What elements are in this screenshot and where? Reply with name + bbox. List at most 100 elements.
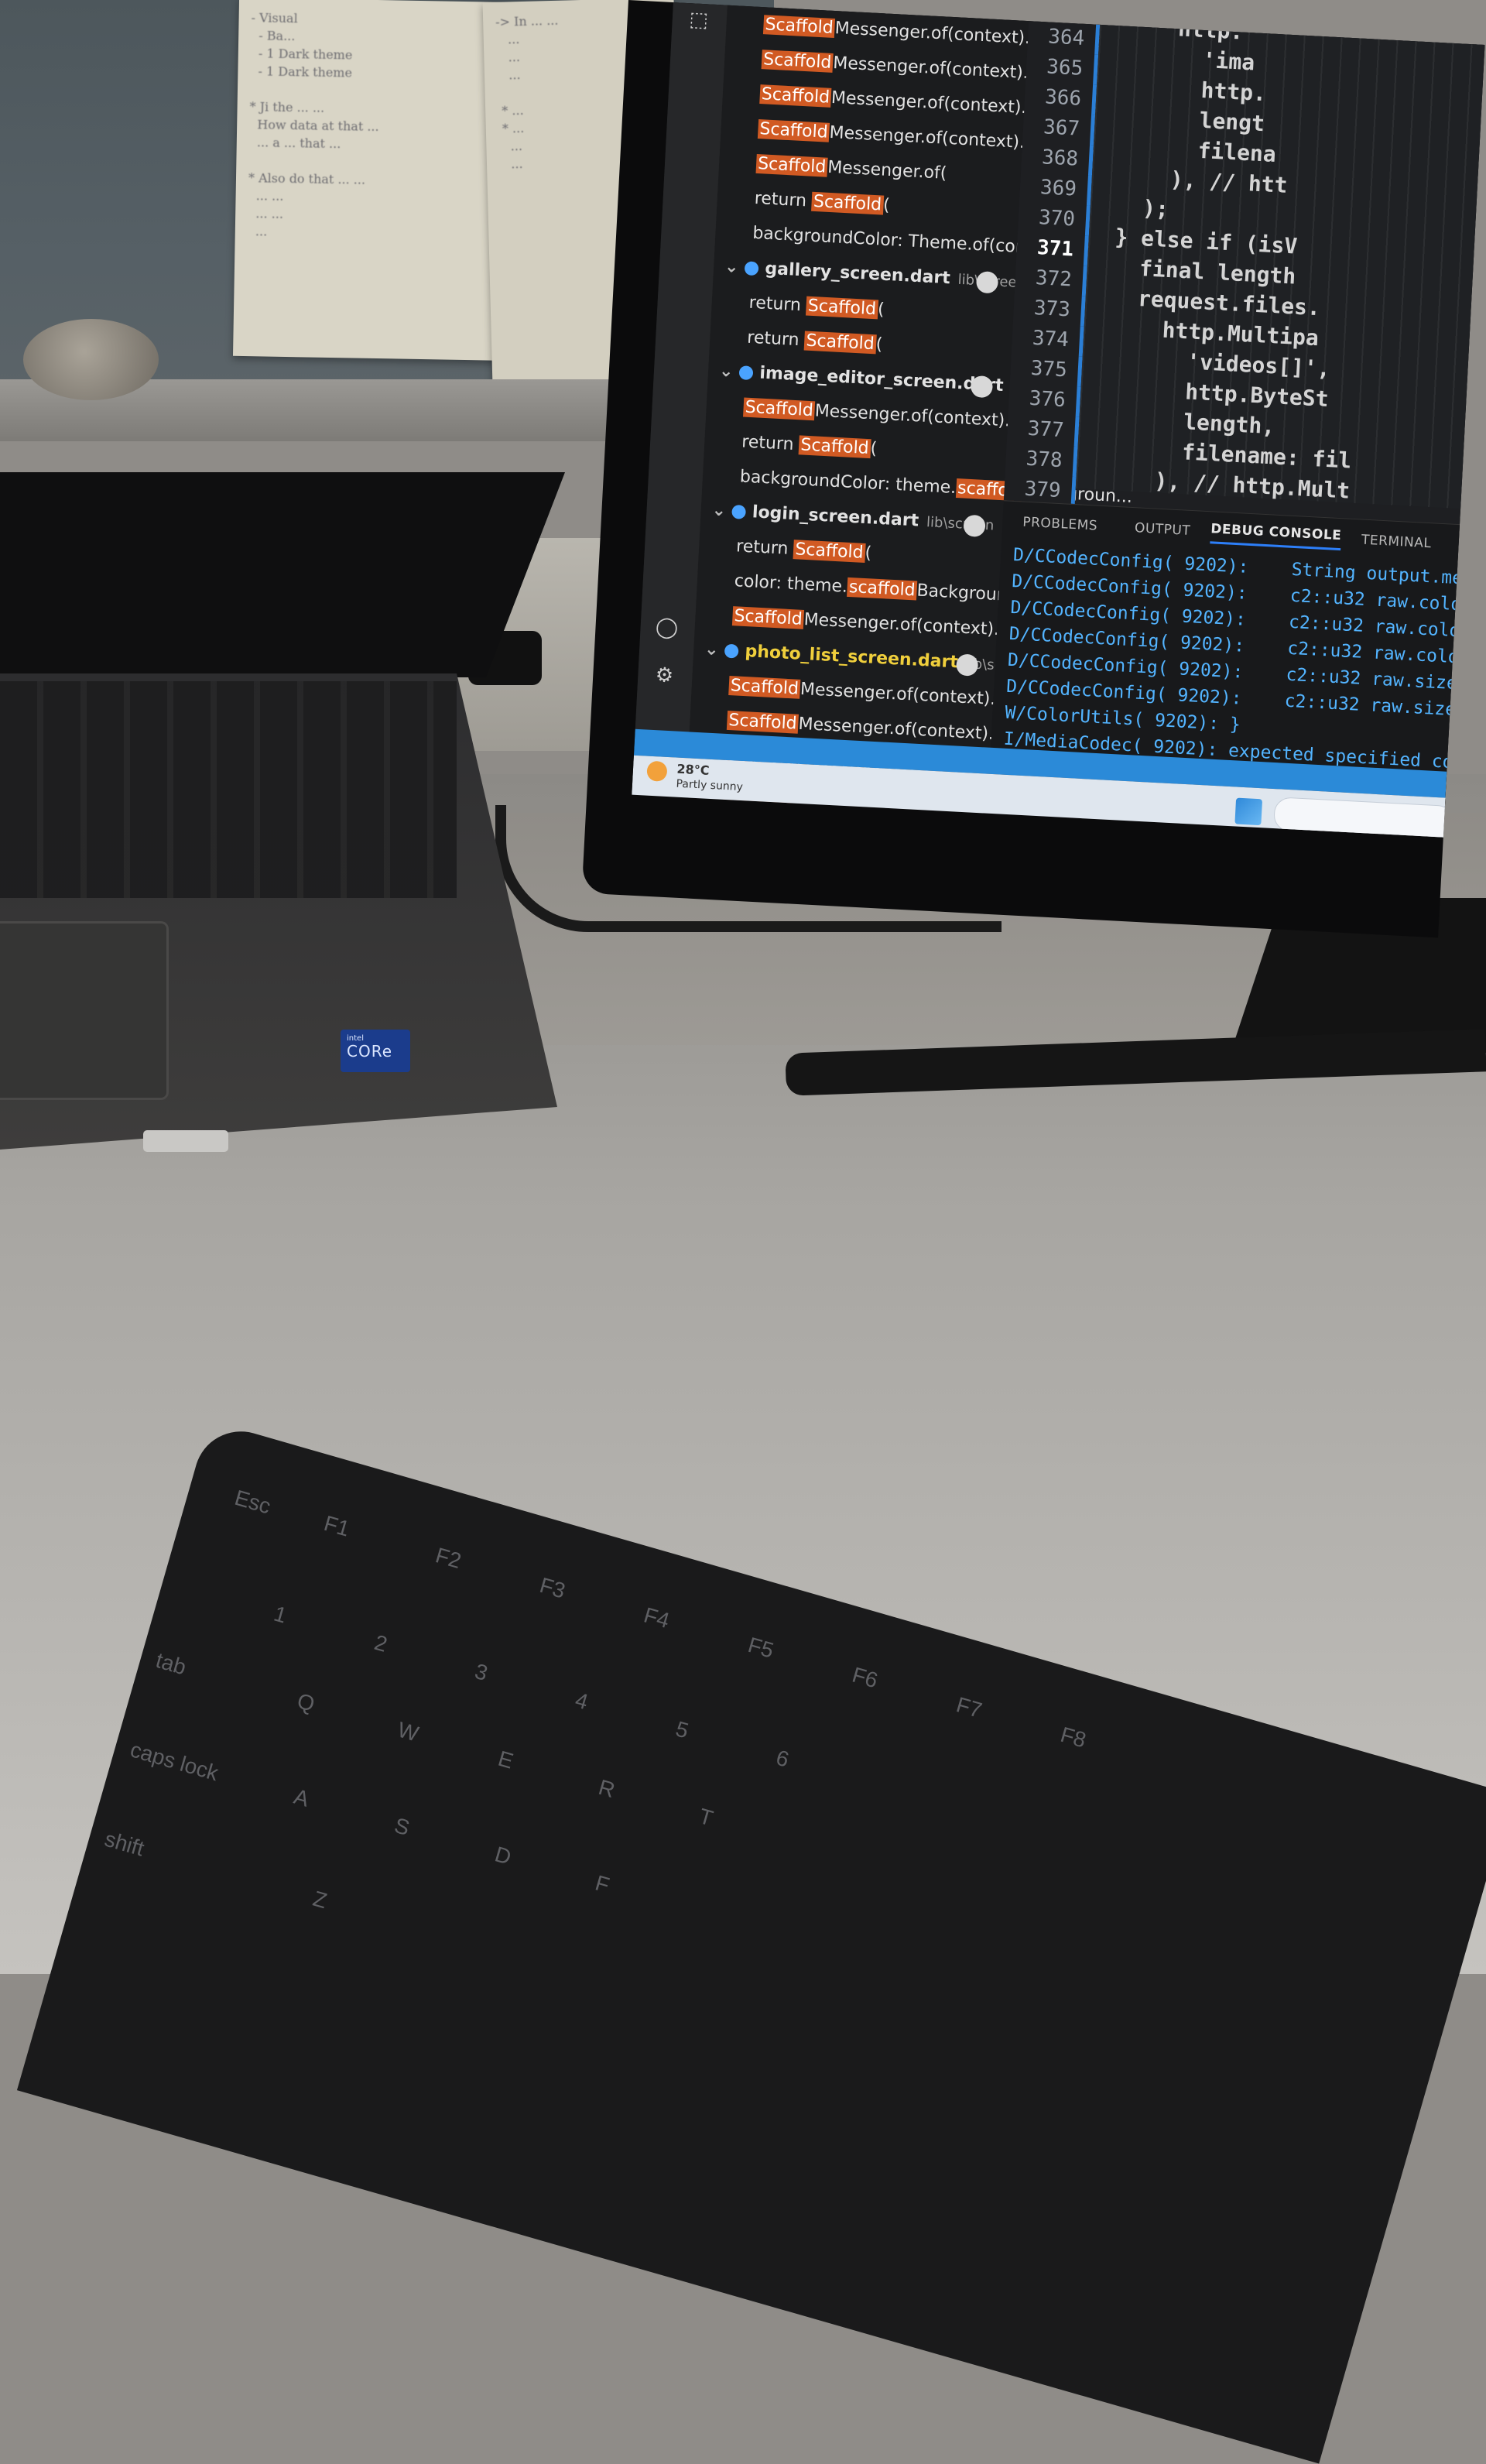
match-prefix: backgroundColor: theme. xyxy=(739,467,957,498)
match-highlight: Scaffold xyxy=(803,331,877,355)
laptop-touchpad xyxy=(0,921,169,1100)
match-highlight: Scaffold xyxy=(726,710,799,734)
account-icon[interactable]: ◯ xyxy=(653,614,681,642)
dismiss-icon[interactable] xyxy=(955,653,979,677)
search-results-sidebar: ScaffoldMessenger.of(context).showSnackB… xyxy=(689,5,1158,838)
key-esc[interactable]: Esc xyxy=(232,1486,273,1520)
weather-widget[interactable]: 28°C Partly sunny xyxy=(646,760,745,794)
match-highlight: Scaffold xyxy=(757,119,830,142)
intel-badge: intel CORe xyxy=(341,1030,410,1072)
key-f[interactable]: F xyxy=(592,1871,612,1898)
key-tab[interactable]: tab xyxy=(153,1648,189,1680)
key-f4[interactable]: F4 xyxy=(641,1602,673,1633)
windows-start-icon[interactable] xyxy=(1234,797,1263,826)
match-highlight: Scaffold xyxy=(731,606,805,629)
dismiss-icon[interactable] xyxy=(975,271,999,294)
dart-file-icon xyxy=(731,504,747,519)
key-f6[interactable]: F6 xyxy=(849,1663,881,1694)
match-suffix: Messenger.of(context).showSnackB... xyxy=(792,818,1112,838)
key-f2[interactable]: F2 xyxy=(433,1543,464,1574)
file-name: login_screen.dart xyxy=(752,502,919,531)
taskbar-search-box[interactable] xyxy=(1272,797,1454,838)
line-number: 370 xyxy=(1018,201,1091,236)
chevron-down-icon[interactable]: ⌄ xyxy=(718,362,734,382)
line-number: 377 xyxy=(1006,413,1080,447)
note-left-text: - Visual - Ba... - 1 Dark theme - 1 Dark… xyxy=(247,10,379,239)
file-name: image_editor_screen.dart xyxy=(758,363,1005,396)
match-highlight: Scaffold xyxy=(755,153,828,177)
wall-hook xyxy=(23,319,159,400)
laptop-latch xyxy=(143,1130,228,1152)
photo-scene: - Visual - Ba... - 1 Dark theme - 1 Dark… xyxy=(0,0,1486,2464)
badge-line: CORe xyxy=(347,1042,393,1061)
panel-tab[interactable]: OUTPUT xyxy=(1134,520,1190,539)
line-number: 367 xyxy=(1022,111,1096,146)
key-f3[interactable]: F3 xyxy=(537,1573,568,1604)
key-w[interactable]: W xyxy=(395,1717,421,1746)
line-number: 373 xyxy=(1012,292,1086,327)
key-f7[interactable]: F7 xyxy=(954,1692,984,1723)
dismiss-icon[interactable] xyxy=(963,514,986,538)
monitor: ⬚ ◯ ⚙ ScaffoldMessenger.of(context).show… xyxy=(581,0,1485,938)
key-f1[interactable]: F1 xyxy=(321,1511,352,1542)
panel-tab[interactable]: TERMINAL xyxy=(1361,533,1432,552)
match-highlight: Scaffold xyxy=(798,435,871,459)
monitor-screen: ⬚ ◯ ⚙ ScaffoldMessenger.of(context).show… xyxy=(632,2,1485,838)
laptop-lid xyxy=(0,472,565,677)
match-prefix: return xyxy=(748,293,807,316)
key-a[interactable]: A xyxy=(291,1784,312,1812)
match-prefix: return xyxy=(741,432,800,455)
dart-file-icon xyxy=(745,261,759,276)
key-t[interactable]: T xyxy=(696,1804,716,1831)
chevron-down-icon[interactable]: ⌄ xyxy=(724,257,739,277)
match-highlight: Scaffold xyxy=(743,397,816,421)
key-f8[interactable]: F8 xyxy=(1058,1722,1089,1753)
key-f5[interactable]: F5 xyxy=(745,1633,776,1664)
match-suffix: Messenger.of( xyxy=(827,157,947,183)
key-s[interactable]: S xyxy=(392,1813,413,1841)
match-prefix: return xyxy=(735,536,795,560)
settings-gear-icon[interactable]: ⚙ xyxy=(651,662,679,690)
line-number: 375 xyxy=(1009,352,1083,387)
line-number: 372 xyxy=(1014,262,1087,296)
key-q[interactable]: Q xyxy=(294,1688,317,1717)
sticky-note-left: - Visual - Ba... - 1 Dark theme - 1 Dark… xyxy=(232,0,520,362)
key-d[interactable]: D xyxy=(492,1842,514,1869)
match-highlight: Scaffold xyxy=(793,540,866,563)
line-number: 378 xyxy=(1005,443,1078,478)
match-highlight: Scaffold xyxy=(728,676,801,699)
dart-file-icon xyxy=(738,365,754,381)
panel-tab[interactable]: PROBLEMS xyxy=(1022,515,1115,535)
panel-tab[interactable]: DEBUG CONSOLE xyxy=(1210,520,1342,550)
match-highlight: Scaffold xyxy=(759,84,832,108)
match-prefix: return xyxy=(746,327,806,351)
weather-temp: 28°C xyxy=(676,761,710,778)
line-number: 366 xyxy=(1024,81,1097,115)
key-1[interactable]: 1 xyxy=(271,1602,290,1629)
bottom-panel: PROBLEMS OUTPUT DEBUG CONSOLE TERMINAL D/CC… xyxy=(991,500,1484,792)
key-shift[interactable]: shift xyxy=(102,1827,147,1862)
key-6[interactable]: 6 xyxy=(773,1746,792,1773)
file-name: gallery_screen.dart xyxy=(764,259,951,289)
key-5[interactable]: 5 xyxy=(673,1716,692,1743)
key-e[interactable]: E xyxy=(495,1746,516,1774)
line-number: 368 xyxy=(1021,141,1094,176)
code-editor[interactable]: http. 'ima http. lengt filena ), // htt … xyxy=(1075,9,1485,509)
key-3[interactable]: 3 xyxy=(472,1659,491,1686)
key-4[interactable]: 4 xyxy=(573,1688,591,1715)
match-prefix: return xyxy=(754,188,813,211)
match-highlight: Scaffold xyxy=(806,296,878,320)
key-z[interactable]: Z xyxy=(310,1887,330,1914)
key-caps-lock[interactable]: caps lock xyxy=(128,1737,221,1786)
key-r[interactable]: R xyxy=(596,1775,618,1803)
chevron-down-icon[interactable]: ⌄ xyxy=(711,501,727,521)
weather-desc: Partly sunny xyxy=(676,777,744,794)
chevron-down-icon[interactable]: ⌄ xyxy=(704,639,720,660)
match-prefix: color: theme. xyxy=(734,571,848,597)
match-highlight: Scaffold xyxy=(721,814,794,838)
line-number: 364 xyxy=(1027,21,1101,55)
remote-explorer-icon[interactable]: ⬚ xyxy=(685,6,713,34)
match-suffix: ( xyxy=(875,334,883,355)
key-2[interactable]: 2 xyxy=(372,1630,390,1657)
problems-badge xyxy=(1101,529,1114,531)
